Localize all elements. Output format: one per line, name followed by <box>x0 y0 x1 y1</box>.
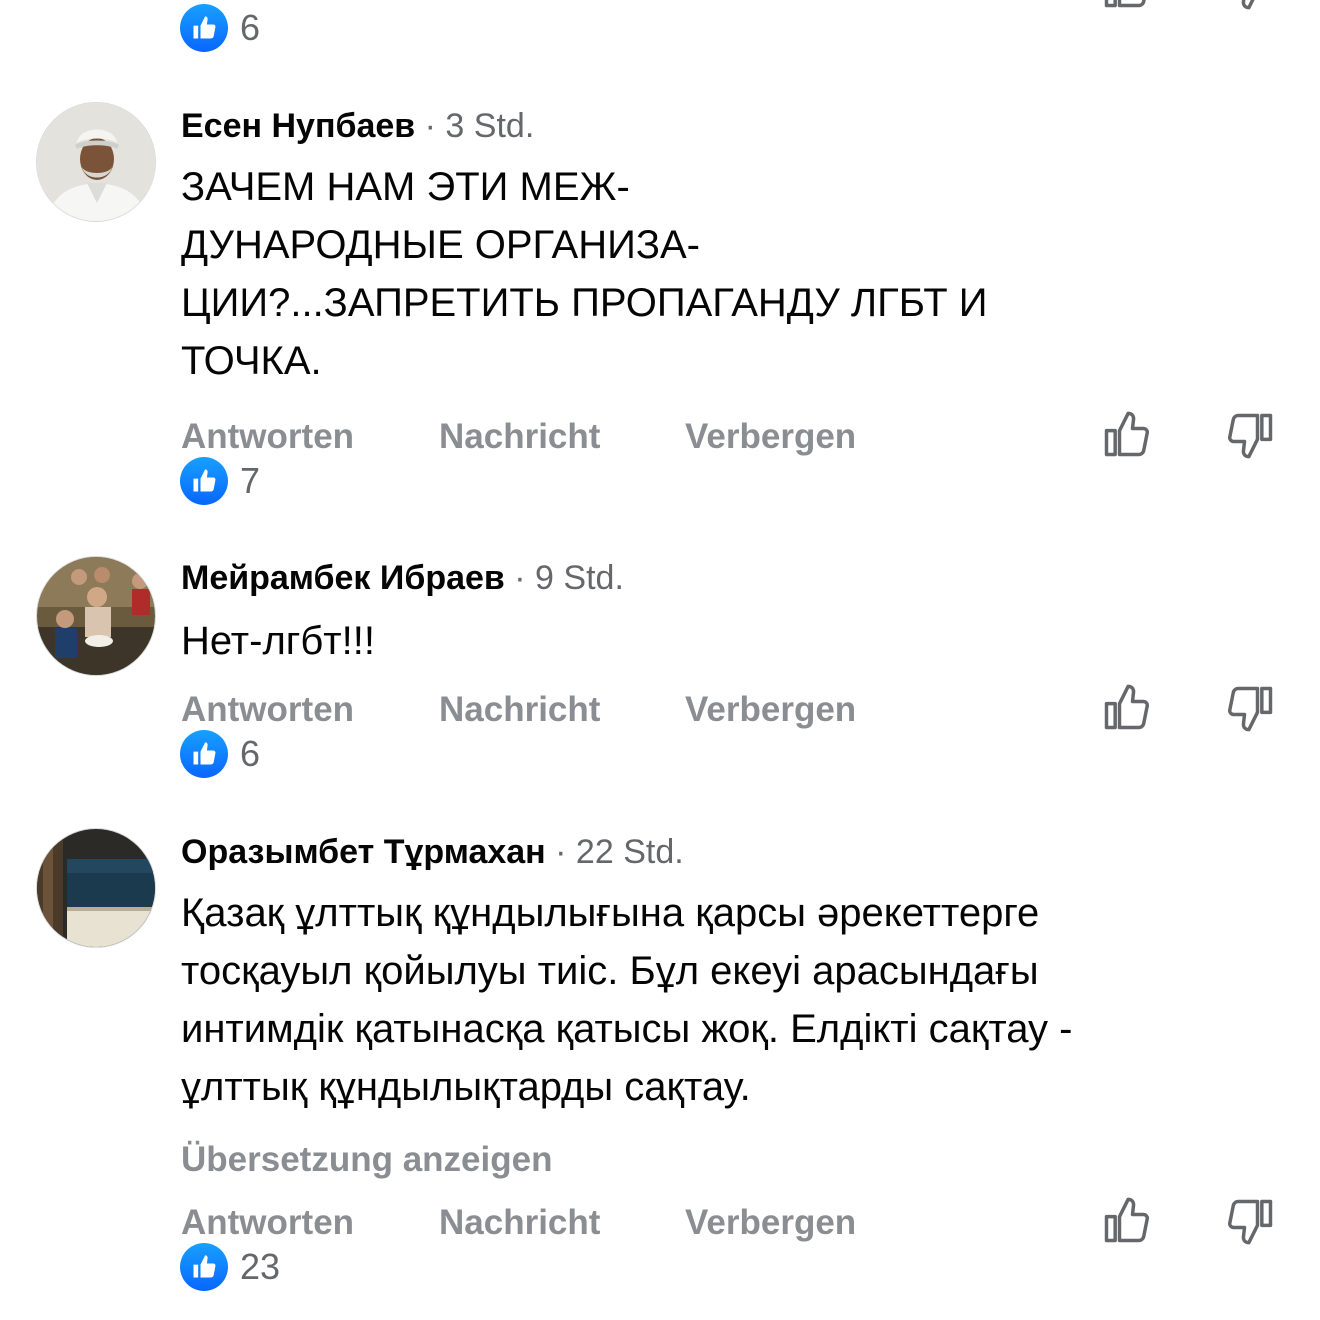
comment-header: Оразымбет Тұрмахан · 22 Std. <box>181 832 684 872</box>
comment-actions: Antworten Nachricht Verbergen <box>181 411 1281 463</box>
reaction-count: 23 <box>240 1246 281 1287</box>
hide-button[interactable]: Verbergen <box>685 415 856 459</box>
reaction-count: 6 <box>240 733 261 774</box>
comment-text: ЗАЧЕМ НАМ ЭТИ МЕЖ- ДУНАРОДНЫЕ ОРГАНИЗА- … <box>181 165 988 383</box>
thumbs-up-icon[interactable] <box>1100 1195 1152 1247</box>
like-reaction-icon <box>180 730 228 778</box>
comment-time[interactable]: · 3 Std. <box>425 107 535 145</box>
reaction-summary[interactable]: 23 <box>180 1243 280 1291</box>
reply-button[interactable]: Antworten <box>181 1201 354 1245</box>
avatar[interactable] <box>36 556 156 676</box>
comment-text: Қазақ ұлттық құндылығына қарсы әрекеттер… <box>181 891 1073 1109</box>
reply-button[interactable]: Antworten <box>181 688 354 732</box>
avatar[interactable] <box>36 102 156 222</box>
comment-header: Есен Нупбаев · 3 Std. <box>181 106 534 146</box>
reaction-summary[interactable]: 7 <box>180 457 260 505</box>
comment-actions: Antworten Nachricht Verbergen <box>181 684 1281 736</box>
show-translation-link[interactable]: Übersetzung anzeigen <box>181 1138 552 1182</box>
reaction-count: 7 <box>240 460 261 501</box>
comment-time[interactable]: · 9 Std. <box>514 559 624 597</box>
thumbs-down-icon[interactable] <box>1225 0 1277 12</box>
top-fragment: 6 <box>0 0 1320 60</box>
thumbs-up-icon[interactable] <box>1100 682 1152 734</box>
thumbs-down-icon[interactable] <box>1225 409 1277 461</box>
comment-time[interactable]: · 22 Std. <box>555 833 684 871</box>
like-reaction-icon <box>180 1243 228 1291</box>
author-name[interactable]: Мейрамбек Ибраев <box>181 559 505 597</box>
avatar[interactable] <box>36 828 156 948</box>
reaction-summary[interactable]: 6 <box>180 4 260 52</box>
comment-actions: Antworten Nachricht Verbergen <box>181 1197 1281 1249</box>
reaction-summary[interactable]: 6 <box>180 730 260 778</box>
message-button[interactable]: Nachricht <box>439 688 600 732</box>
reaction-count: 6 <box>240 7 261 48</box>
thumbs-down-icon[interactable] <box>1225 1195 1277 1247</box>
thumbs-up-icon[interactable] <box>1100 0 1152 12</box>
like-reaction-icon <box>180 4 228 52</box>
author-name[interactable]: Есен Нупбаев <box>181 107 415 145</box>
reply-button[interactable]: Antworten <box>181 415 354 459</box>
message-button[interactable]: Nachricht <box>439 415 600 459</box>
thumbs-up-icon[interactable] <box>1100 409 1152 461</box>
hide-button[interactable]: Verbergen <box>685 688 856 732</box>
comment-header: Мейрамбек Ибраев · 9 Std. <box>181 558 624 598</box>
message-button[interactable]: Nachricht <box>439 1201 600 1245</box>
hide-button[interactable]: Verbergen <box>685 1201 856 1245</box>
comment-text: Нет-лгбт!!! <box>181 619 375 663</box>
like-reaction-icon <box>180 457 228 505</box>
author-name[interactable]: Оразымбет Тұрмахан <box>181 833 546 871</box>
thumbs-down-icon[interactable] <box>1225 682 1277 734</box>
